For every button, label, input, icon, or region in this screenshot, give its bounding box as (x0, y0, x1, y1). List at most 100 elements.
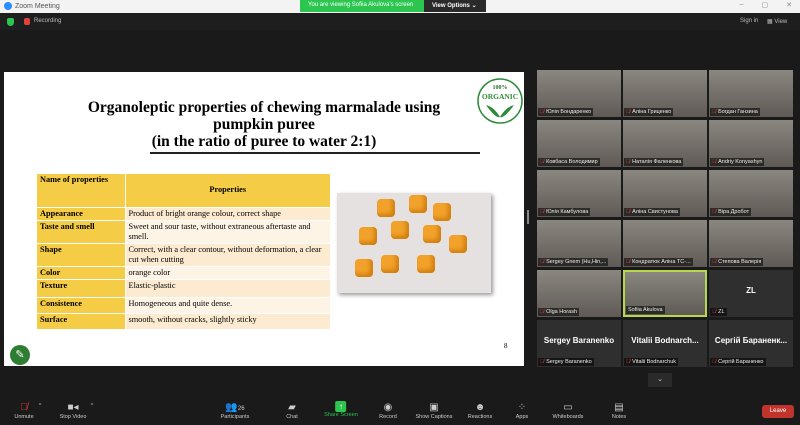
participant-tile[interactable]: 🎙̸ Аліна Гриценко (623, 70, 707, 117)
participant-name-tag: 🎙̸ Andriy Konyashyn (710, 158, 765, 166)
participant-tile[interactable]: 🎙̸ Ковбаса Володимир (537, 120, 621, 167)
participant-tile[interactable]: 🎙̸ Olga Horash (537, 270, 621, 317)
apps-button[interactable]: ⁘ Apps (516, 401, 529, 420)
whiteboards-label: Whiteboards (552, 414, 584, 420)
participants-label: Participants (220, 414, 250, 420)
view-button[interactable]: ▦ View (767, 18, 787, 25)
video-options-caret[interactable]: ^ (91, 403, 94, 409)
participant-name-tag: 🎙̸ Аліна Гриценко (624, 108, 674, 116)
show-captions-button[interactable]: ▣ Show Captions (416, 401, 453, 420)
muted-mic-icon: 🎙̸ (712, 159, 717, 165)
notes-button[interactable]: ▤ Notes (612, 401, 626, 420)
participant-name: Сергій Бараненко (718, 359, 764, 365)
notes-label: Notes (611, 414, 627, 420)
reactions-button[interactable]: ☻ Reactions (468, 401, 492, 420)
participant-tile[interactable]: 🎙̸ Наталія Фаленкова (623, 120, 707, 167)
split-view-handle[interactable] (527, 210, 529, 224)
participant-tile[interactable]: 🎙̸ Sergey Gnem (Hu,Hin,... (537, 220, 621, 267)
participant-name: Кондратюк Аліна ТС-... (632, 259, 691, 265)
participant-name: Юлія Бондаренко (546, 109, 592, 115)
participant-name-tag: 🎙̸ Sergey Baranenko (538, 358, 594, 366)
row-value: smooth, without cracks, slightly sticky (125, 313, 330, 330)
apps-label: Apps (515, 414, 529, 420)
title-line-2: pumpkin puree (213, 116, 315, 133)
audio-options-caret[interactable]: ^ (39, 403, 42, 409)
participant-tile[interactable]: 🎙̸ Аліна Свистунова (623, 170, 707, 217)
row-key: Texture (37, 279, 126, 298)
stop-video-button[interactable]: ■◂ Stop Video (60, 401, 87, 420)
view-options-label: View Options (432, 3, 470, 9)
participant-name-tag: 🎙̸ Юлія Бондаренко (538, 108, 594, 116)
muted-mic-icon: 🎙̸ (626, 259, 631, 265)
view-label: View (774, 19, 788, 25)
row-key: Consistence (37, 297, 126, 314)
reactions-label: Reactions (467, 414, 493, 420)
gallery-next-page-button[interactable]: ⌄ (648, 373, 672, 387)
share-screen-button[interactable]: ↑ Share Screen (324, 401, 358, 418)
viewing-banner-text: You are viewing Sofiia Akulova's screen (300, 0, 424, 12)
participant-tile[interactable]: 🎙̸ Степова Валерія (709, 220, 793, 267)
row-value: Correct, with a clear contour, without d… (125, 243, 330, 267)
participant-name-tag: 🎙̸ Юлія Камбулова (538, 208, 591, 216)
participant-tile[interactable]: Sergey Baranenko 🎙̸ Sergey Baranenko (537, 320, 621, 367)
participant-tile[interactable]: Sofiia Akulova (623, 270, 707, 317)
participant-name-tag: 🎙̸ Наталія Фаленкова (624, 158, 684, 166)
unmute-label: Unmute (14, 414, 34, 420)
header-name: Name of properties (37, 174, 126, 208)
table-row: Texture Elastic-plastic (37, 279, 330, 298)
participant-tile[interactable]: 🎙̸ Юлія Камбулова (537, 170, 621, 217)
participant-display-name: ZL (746, 286, 756, 295)
participant-name-tag: 🎙̸ Богдан Ганзина (710, 108, 760, 116)
participant-name: Sofiia Akulova (628, 307, 663, 313)
participant-tile[interactable]: Сергій Бараненк... 🎙̸ Сергій Бараненко (709, 320, 793, 367)
whiteboards-button[interactable]: ▭ Whiteboards (553, 401, 584, 420)
row-value: Sweet and sour taste, without extraneous… (125, 220, 330, 244)
table-row: Shape Correct, with a clear contour, with… (37, 243, 330, 267)
participant-tile[interactable]: 🎙̸ Віра Дробот (709, 170, 793, 217)
muted-mic-icon: 🎙̸ (540, 209, 545, 215)
captions-label: Show Captions (415, 414, 453, 420)
chat-bubble-icon: ▰ (288, 402, 296, 413)
minimize-button[interactable]: – (740, 1, 744, 9)
sign-in-button[interactable]: Sign in (740, 18, 758, 24)
zoom-logo-icon (4, 2, 12, 10)
shared-slide: Organoleptic properties of chewing marma… (4, 72, 524, 366)
participant-name: ZL (718, 309, 725, 315)
row-key: Color (37, 266, 126, 280)
row-value: orange color (125, 266, 330, 280)
chat-label: Chat (286, 414, 298, 420)
close-button[interactable]: ✕ (786, 1, 792, 9)
participants-button[interactable]: 👥26 Participants (221, 401, 250, 420)
security-shield-icon[interactable] (7, 18, 14, 26)
title-line-3: (in the ratio of puree to water 2:1) (151, 133, 377, 150)
chat-button[interactable]: ▰ Chat (286, 401, 298, 420)
participant-tile[interactable]: 🎙̸ Юлія Бондаренко (537, 70, 621, 117)
svg-text:100%: 100% (493, 85, 508, 91)
table-row: Consistence Homogeneous and quite dense. (37, 297, 330, 314)
participant-tile[interactable]: Vitalii Bodnarch... 🎙̸ Vitalii Bodnarchuk (623, 320, 707, 367)
row-key: Surface (37, 313, 126, 330)
annotate-pen-button[interactable]: ✎ (10, 345, 30, 365)
leave-button[interactable]: Leave (762, 405, 794, 418)
row-key: Appearance (37, 207, 126, 221)
record-button[interactable]: ◉ Record (379, 401, 397, 420)
view-options-button[interactable]: View Options ⌄ (424, 0, 486, 12)
svg-text:ORGANIC: ORGANIC (482, 92, 518, 101)
participant-tile[interactable]: ZL 🎙̸ ZL (709, 270, 793, 317)
participant-name: Віра Дробот (718, 209, 750, 215)
row-value: Homogeneous and quite dense. (125, 297, 330, 314)
participant-name-tag: 🎙̸ Кондратюк Аліна ТС-... (624, 258, 693, 266)
record-label: Record (379, 414, 397, 420)
window-title: Zoom Meeting (15, 2, 60, 10)
participant-tile[interactable]: 🎙̸ Кондратюк Аліна ТС-... (623, 220, 707, 267)
participant-name-tag: 🎙̸ Степова Валерія (710, 258, 764, 266)
participant-display-name: Сергій Бараненк... (714, 336, 788, 345)
title-divider (150, 152, 480, 154)
unmute-button[interactable]: 🎙̸ Unmute (14, 401, 33, 420)
muted-mic-icon: 🎙̸ (626, 159, 631, 165)
participant-tile[interactable]: 🎙̸ Andriy Konyashyn (709, 120, 793, 167)
participant-tile[interactable]: 🎙̸ Богдан Ганзина (709, 70, 793, 117)
maximize-button[interactable]: ▢ (762, 1, 769, 9)
row-value: Elastic-plastic (125, 279, 330, 298)
participant-name: Степова Валерія (718, 259, 762, 265)
